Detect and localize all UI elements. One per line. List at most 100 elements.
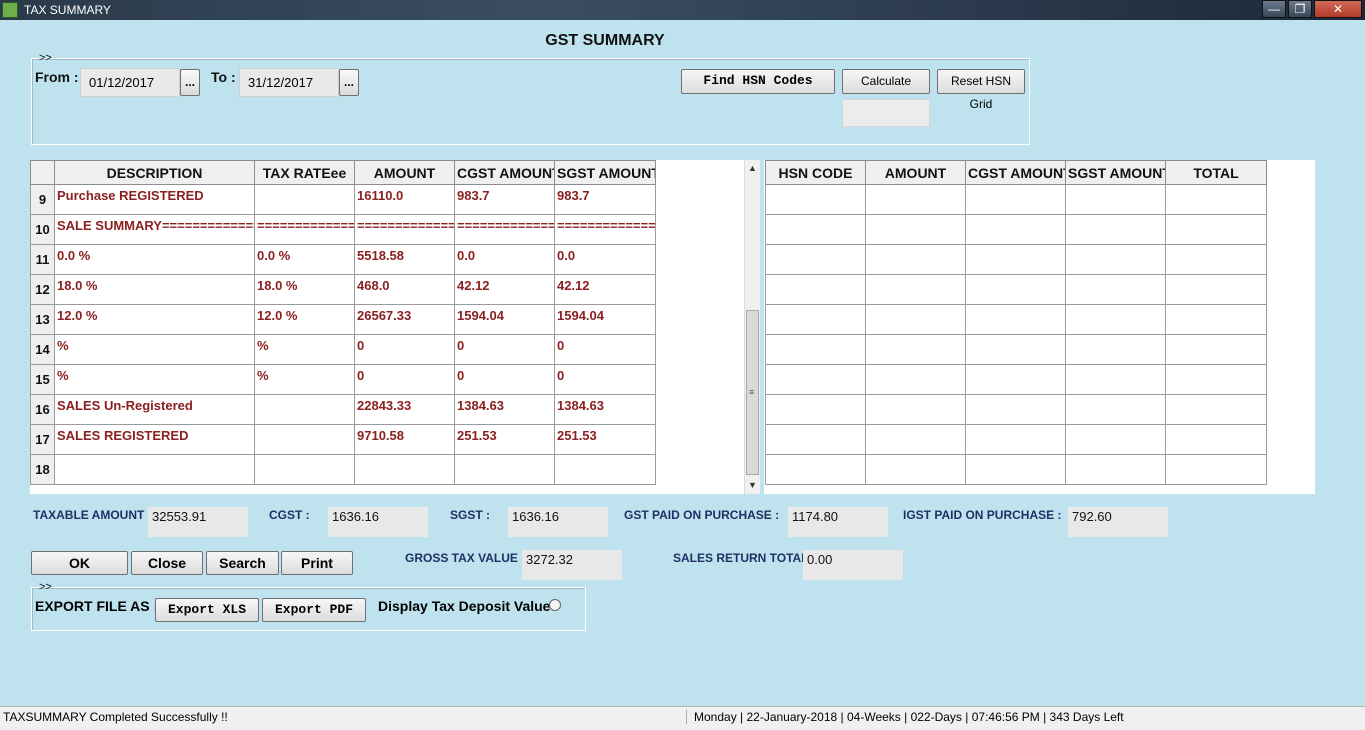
table-cell[interactable]: [965, 364, 1066, 395]
table-cell[interactable]: [865, 454, 966, 485]
table-cell[interactable]: [865, 424, 966, 455]
table-cell[interactable]: [865, 184, 966, 215]
table-cell[interactable]: 0.0: [554, 244, 656, 275]
table-cell[interactable]: [765, 244, 866, 275]
table-row[interactable]: 13 12.0 % 12.0 % 26567.33 1594.04 1594.0…: [30, 304, 656, 335]
table-cell[interactable]: [965, 454, 1066, 485]
table-row[interactable]: 10 SALE SUMMARY============ ====== ======…: [30, 214, 656, 245]
table-row[interactable]: 9 Purchase REGISTERED 16110.0 983.7 983.…: [30, 184, 656, 215]
summary-grid-scrollbar[interactable]: ▲ ≡ ▼: [744, 160, 760, 494]
table-cell[interactable]: [1165, 454, 1267, 485]
table-cell[interactable]: [1065, 274, 1166, 305]
calculate-button[interactable]: Calculate: [842, 69, 930, 94]
column-header[interactable]: CGST AMOUNT: [965, 160, 1066, 185]
table-cell[interactable]: [1165, 424, 1267, 455]
scroll-up-icon[interactable]: ▲: [748, 163, 757, 173]
table-cell[interactable]: 0: [454, 364, 555, 395]
table-cell[interactable]: SALE SUMMARY==================: [54, 214, 255, 245]
maximize-button[interactable]: ❐: [1288, 0, 1312, 18]
table-cell[interactable]: [965, 334, 1066, 365]
table-cell[interactable]: [554, 454, 656, 485]
column-header[interactable]: CGST AMOUNT: [454, 160, 555, 185]
table-cell[interactable]: 42.12: [454, 274, 555, 305]
table-cell[interactable]: [1165, 184, 1267, 215]
table-cell[interactable]: [965, 214, 1066, 245]
table-cell[interactable]: SALES REGISTERED: [54, 424, 255, 455]
table-cell[interactable]: [254, 394, 355, 425]
table-cell[interactable]: [765, 214, 866, 245]
table-row[interactable]: [765, 214, 1267, 245]
table-cell[interactable]: [1065, 184, 1166, 215]
table-cell[interactable]: 0: [354, 364, 455, 395]
table-cell[interactable]: 0.0: [454, 244, 555, 275]
table-cell[interactable]: [1165, 244, 1267, 275]
table-cell[interactable]: 0: [554, 364, 656, 395]
table-row[interactable]: [765, 304, 1267, 335]
table-cell[interactable]: [1165, 304, 1267, 335]
table-cell[interactable]: [965, 184, 1066, 215]
table-row[interactable]: 15 % % 0 0 0: [30, 364, 656, 395]
table-cell[interactable]: [1165, 334, 1267, 365]
table-cell[interactable]: 251.53: [554, 424, 656, 455]
column-header[interactable]: SGST AMOUNT: [1065, 160, 1166, 185]
table-row[interactable]: 16 SALES Un-Registered 22843.33 1384.63 …: [30, 394, 656, 425]
table-row[interactable]: [765, 334, 1267, 365]
export-xls-button[interactable]: Export XLS: [155, 598, 259, 622]
print-button[interactable]: Print: [281, 551, 353, 575]
table-row[interactable]: 12 18.0 % 18.0 % 468.0 42.12 42.12: [30, 274, 656, 305]
table-cell[interactable]: [765, 424, 866, 455]
table-cell[interactable]: 22843.33: [354, 394, 455, 425]
table-cell[interactable]: 16110.0: [354, 184, 455, 215]
reset-hsn-grid-button[interactable]: Reset HSN Grid: [937, 69, 1025, 111]
table-cell[interactable]: [865, 274, 966, 305]
table-cell[interactable]: [965, 394, 1066, 425]
table-cell[interactable]: SALES Un-Registered: [54, 394, 255, 425]
minimize-button[interactable]: —: [1262, 0, 1286, 18]
table-row[interactable]: [765, 424, 1267, 455]
column-header[interactable]: AMOUNT: [354, 160, 455, 185]
table-cell[interactable]: 9710.58: [354, 424, 455, 455]
table-row[interactable]: [765, 364, 1267, 395]
table-cell[interactable]: [765, 184, 866, 215]
table-cell[interactable]: 18.0 %: [254, 274, 355, 305]
table-cell[interactable]: [454, 454, 555, 485]
table-cell[interactable]: 983.7: [454, 184, 555, 215]
table-cell[interactable]: [1065, 364, 1166, 395]
scrollbar-thumb[interactable]: ≡: [746, 310, 759, 475]
tax-deposit-radio[interactable]: [549, 599, 561, 611]
table-cell[interactable]: [254, 424, 355, 455]
table-row[interactable]: 17 SALES REGISTERED 9710.58 251.53 251.5…: [30, 424, 656, 455]
table-cell[interactable]: ================: [454, 214, 555, 245]
table-cell[interactable]: 1384.63: [554, 394, 656, 425]
table-cell[interactable]: [1065, 244, 1166, 275]
column-header[interactable]: HSN CODE: [765, 160, 866, 185]
table-cell[interactable]: 18.0 %: [54, 274, 255, 305]
table-cell[interactable]: 0.0 %: [254, 244, 355, 275]
column-header[interactable]: TOTAL: [1165, 160, 1267, 185]
table-cell[interactable]: [965, 424, 1066, 455]
from-date-picker-button[interactable]: ...: [180, 69, 200, 96]
table-row[interactable]: 18: [30, 454, 656, 485]
table-row[interactable]: [765, 184, 1267, 215]
table-cell[interactable]: [354, 454, 455, 485]
table-cell[interactable]: [1065, 304, 1166, 335]
table-cell[interactable]: 12.0 %: [54, 304, 255, 335]
date-group-toggle[interactable]: >>: [39, 52, 52, 64]
table-cell[interactable]: [765, 454, 866, 485]
find-hsn-codes-button[interactable]: Find HSN Codes: [681, 69, 835, 94]
table-cell[interactable]: [865, 334, 966, 365]
table-cell[interactable]: 5518.58: [354, 244, 455, 275]
table-cell[interactable]: [865, 394, 966, 425]
table-cell[interactable]: [54, 454, 255, 485]
table-cell[interactable]: [765, 274, 866, 305]
table-row[interactable]: [765, 274, 1267, 305]
table-cell[interactable]: [765, 394, 866, 425]
table-cell[interactable]: [1065, 334, 1166, 365]
table-row[interactable]: 11 0.0 % 0.0 % 5518.58 0.0 0.0: [30, 244, 656, 275]
table-row[interactable]: [765, 394, 1267, 425]
hsn-grid[interactable]: HSN CODE AMOUNT CGST AMOUNT SGST AMOUNT …: [765, 160, 1267, 485]
table-cell[interactable]: %: [54, 364, 255, 395]
table-cell[interactable]: 0.0 %: [54, 244, 255, 275]
table-cell[interactable]: 468.0: [354, 274, 455, 305]
table-cell[interactable]: 1594.04: [554, 304, 656, 335]
